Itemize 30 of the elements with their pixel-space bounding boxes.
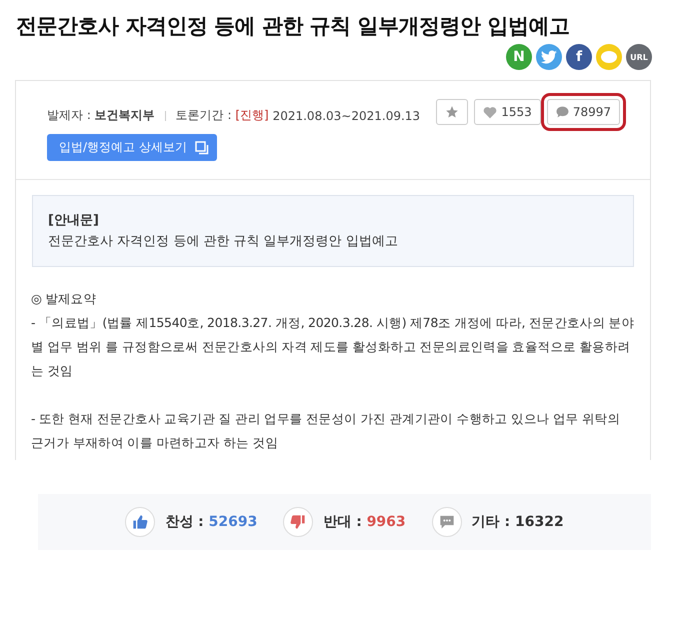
speech-bubble-icon [438,514,455,530]
vote-count: 반대 : 9963 [323,513,406,531]
proposer-label: 발제자 : [47,107,92,124]
star-icon [445,105,460,119]
page-title: 전문간호사 자격인정 등에 관한 규칙 일부개정령안 입법예고 [16,13,570,40]
period-dates: 2021.08.03~2021.09.13 [272,108,420,122]
bird-icon [541,50,557,64]
heart-icon [483,106,498,118]
vote-count: 기타 : 16322 [472,513,564,531]
facebook-share-button[interactable]: f [566,44,592,70]
summary-heading: ◎ 발제요약 [31,290,98,308]
status-text: [진행] [235,107,269,124]
speech-bubble-icon [601,51,617,63]
twitter-share-button[interactable] [536,44,562,70]
thumbs-up-icon [132,514,148,530]
proposer-name: 보건복지부 [94,107,155,124]
chat-share-button[interactable] [596,44,622,70]
period-label: 토론기간 : [176,107,233,124]
notice-heading: [안내문] [48,212,100,230]
speech-bubble-icon [556,106,569,118]
detail-view-button[interactable]: 입법/행정예고 상세보기 [47,134,217,161]
star-button[interactable] [436,99,468,125]
vote-count: 찬성 : 52693 [165,513,258,531]
like-button[interactable]: 1553 [474,99,541,125]
copy-icon [194,140,209,154]
url-share-button[interactable]: URL [626,44,652,70]
notice-text: 전문간호사 자격인정 등에 관한 규칙 일부개정령안 입법예고 [48,233,399,251]
summary-paragraph: - 「의료법」(법률 제15540호, 2018.3.27. 개정, 2020.3.28. 시행) 제78조 개정에 따라, 전문간호사의 분야별 업무 범위 를 규정함으로써 전문간호사의 자격 제도를 활성화하고 전문의료인력을 효율적으로 활용하려는 것임 [31,314,635,380]
summary-paragraph: - 또한 현재 전문간호사 교육기관 질 관리 업무를 전문성이 가진 관계기관이 수행하고 있으나 업무 위탁의 근거가 부재하여 이를 마련하고자 하는 것임 [31,410,622,452]
thumbs-down-icon [290,514,306,530]
